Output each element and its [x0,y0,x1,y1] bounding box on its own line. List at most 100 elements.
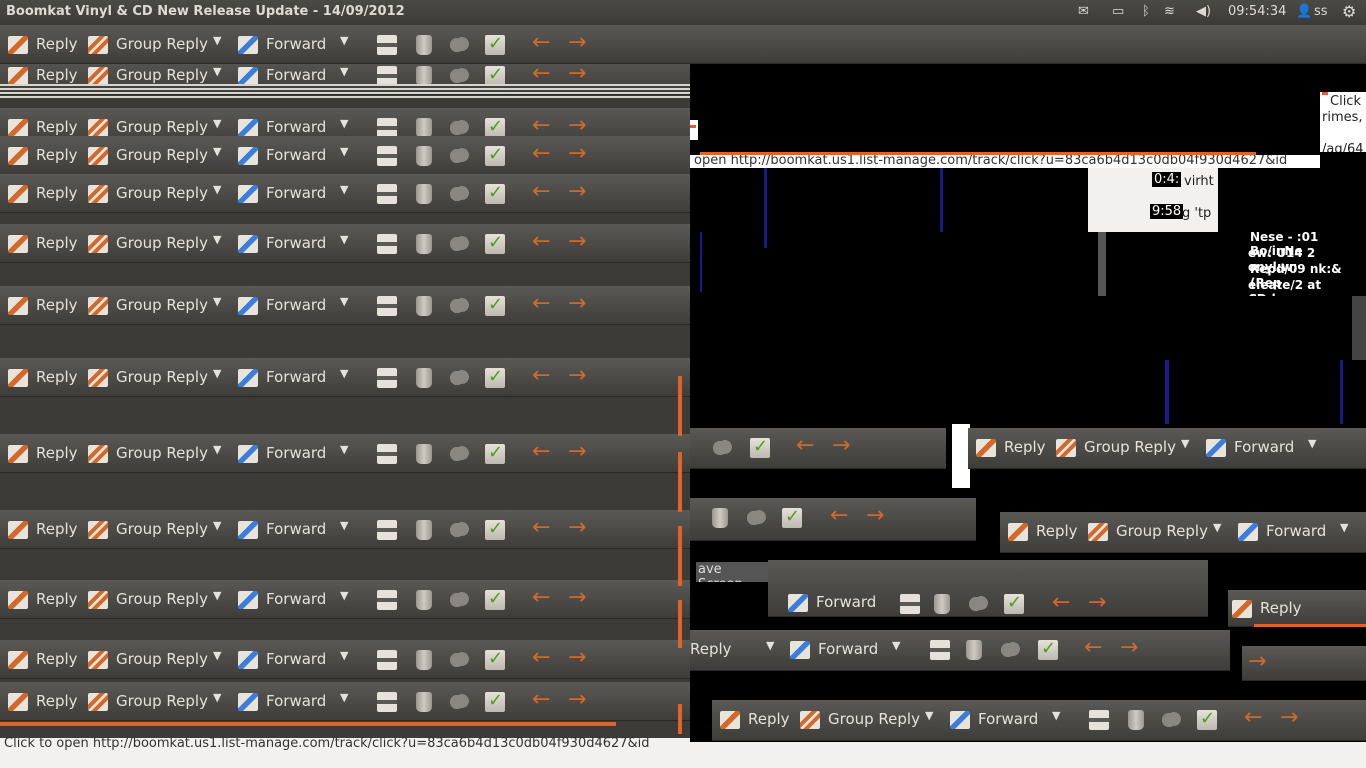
delete-icon[interactable] [934,594,950,614]
back-arrow-icon[interactable]: ← [532,645,550,670]
group-reply-button[interactable]: Group Reply [800,709,920,729]
forward-arrow-icon[interactable]: → [568,64,586,86]
forward-arrow-icon[interactable]: → [832,433,850,458]
group-reply-button[interactable]: Group Reply [88,367,208,387]
reply-button[interactable]: Reply [8,183,78,203]
reply-button[interactable]: Reply [8,691,78,711]
print-icon[interactable] [377,234,397,254]
clock[interactable]: 09:54:34 [1228,4,1286,19]
mark-read-icon[interactable] [750,436,770,458]
forward-button[interactable]: Forward [238,295,326,315]
group-reply-dropdown[interactable]: ▼ [1213,521,1221,534]
group-reply-dropdown[interactable]: ▼ [213,65,221,78]
forward-arrow-icon[interactable]: → [568,229,586,254]
group-reply-button[interactable]: Group Reply [1088,521,1208,541]
back-arrow-icon[interactable]: ← [532,687,550,712]
reply-button[interactable]: Reply [8,34,78,54]
junk-icon[interactable] [449,184,469,204]
print-icon[interactable] [377,590,397,610]
back-arrow-icon[interactable]: ← [532,363,550,388]
bluetooth-icon[interactable]: ᛒ [1142,4,1150,19]
group-reply-dropdown[interactable]: ▼ [213,183,221,196]
junk-icon[interactable] [449,296,469,316]
forward-arrow-icon[interactable]: → [568,687,586,712]
battery-icon[interactable]: ▭ [1112,4,1124,19]
forward-button[interactable]: Forward [238,519,326,539]
print-icon[interactable] [377,444,397,464]
delete-icon[interactable] [416,146,432,166]
forward-button[interactable]: Forward [238,145,326,165]
mark-read-icon[interactable] [485,588,505,610]
forward-arrow-icon[interactable]: → [568,113,586,138]
forward-button[interactable]: Forward [238,233,326,253]
print-icon[interactable] [377,66,397,86]
delete-icon[interactable] [416,368,432,388]
forward-dropdown[interactable]: ▼ [340,443,348,456]
group-reply-button[interactable]: Group Reply [88,34,208,54]
group-reply-button[interactable]: Group Reply [88,233,208,253]
delete-icon[interactable] [416,184,432,204]
mark-read-icon[interactable] [485,33,505,55]
print-icon[interactable] [377,368,397,388]
mark-read-icon[interactable] [485,182,505,204]
forward-button[interactable]: Forward [238,117,326,137]
reply-button[interactable]: Reply [1232,598,1302,618]
forward-dropdown[interactable]: ▼ [340,691,348,704]
junk-icon[interactable] [1000,640,1020,660]
print-icon[interactable] [377,650,397,670]
reply-button[interactable]: Reply [8,145,78,165]
group-reply-dropdown[interactable]: ▼ [213,649,221,662]
delete-icon[interactable] [416,66,432,86]
group-reply-dropdown[interactable]: ▼ [213,589,221,602]
forward-dropdown[interactable]: ▼ [892,639,900,652]
forward-arrow-icon[interactable]: → [568,291,586,316]
mark-read-icon[interactable] [782,506,802,528]
mark-read-icon[interactable] [485,518,505,540]
forward-button[interactable]: Forward [238,589,326,609]
group-reply-button[interactable]: Group Reply [1056,437,1176,457]
delete-icon[interactable] [416,692,432,712]
group-reply-dropdown[interactable]: ▼ [1181,437,1189,450]
delete-icon[interactable] [416,118,432,138]
back-arrow-icon[interactable]: ← [532,515,550,540]
back-arrow-icon[interactable]: ← [532,64,550,86]
forward-dropdown[interactable]: ▼ [1340,521,1348,534]
junk-icon[interactable] [449,118,469,138]
reply-button[interactable]: Reply [720,709,790,729]
mark-read-icon[interactable] [485,116,505,138]
junk-icon[interactable] [449,590,469,610]
forward-dropdown[interactable]: ▼ [340,519,348,532]
forward-button[interactable]: Forward [238,34,326,54]
junk-icon[interactable] [1161,710,1181,730]
volume-icon[interactable]: ◀) [1196,4,1211,19]
group-reply-dropdown[interactable]: ▼ [213,233,221,246]
back-arrow-icon[interactable]: ← [796,433,814,458]
forward-dropdown[interactable]: ▼ [1308,437,1316,450]
junk-icon[interactable] [449,520,469,540]
forward-button[interactable]: Forward [790,639,878,659]
delete-icon[interactable] [416,650,432,670]
reply-button[interactable]: Reply [8,295,78,315]
delete-icon[interactable] [416,234,432,254]
back-arrow-icon[interactable]: ← [532,113,550,138]
forward-button[interactable]: Forward [788,592,876,612]
mark-read-icon[interactable] [1038,638,1058,660]
mark-read-icon[interactable] [485,144,505,166]
forward-button[interactable]: Forward [238,65,326,85]
junk-icon[interactable] [968,594,988,614]
forward-arrow-icon[interactable]: → [568,645,586,670]
forward-dropdown[interactable]: ▼ [340,367,348,380]
delete-icon[interactable] [416,444,432,464]
mark-read-icon[interactable] [485,442,505,464]
print-icon[interactable] [377,118,397,138]
junk-icon[interactable] [449,234,469,254]
forward-button[interactable]: Forward [1238,521,1326,541]
forward-dropdown[interactable]: ▼ [340,589,348,602]
delete-icon[interactable] [1128,710,1144,730]
gear-icon[interactable]: ⚙ [1342,2,1356,21]
delete-icon[interactable] [966,640,982,660]
forward-button[interactable]: Forward [238,443,326,463]
print-icon[interactable] [930,640,950,660]
forward-dropdown[interactable]: ▼ [340,34,348,47]
reply-button[interactable]: Reply [8,519,78,539]
